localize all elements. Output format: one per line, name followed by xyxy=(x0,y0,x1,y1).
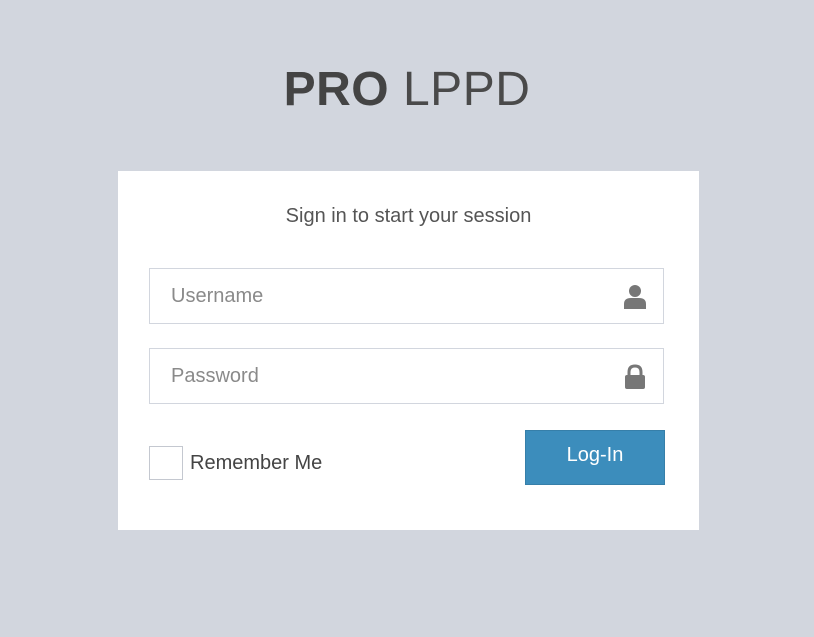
username-field xyxy=(149,268,664,324)
login-box-message: Sign in to start your session xyxy=(285,205,532,227)
app-logo: PRO LPPD xyxy=(0,62,814,118)
remember-me-label: Remember Me xyxy=(190,451,323,474)
username-input[interactable] xyxy=(150,269,663,323)
password-input[interactable] xyxy=(150,349,663,403)
remember-me-checkbox[interactable] xyxy=(149,446,183,480)
password-field xyxy=(149,348,664,404)
login-button[interactable]: Log-In xyxy=(525,430,665,485)
remember-me[interactable]: Remember Me xyxy=(149,445,322,481)
user-icon xyxy=(624,285,646,309)
logo-bold-text: PRO xyxy=(283,63,390,116)
login-box: Sign in to start your session Remember M… xyxy=(118,171,699,530)
logo-light-text: LPPD xyxy=(402,63,531,116)
lock-icon xyxy=(625,364,645,389)
